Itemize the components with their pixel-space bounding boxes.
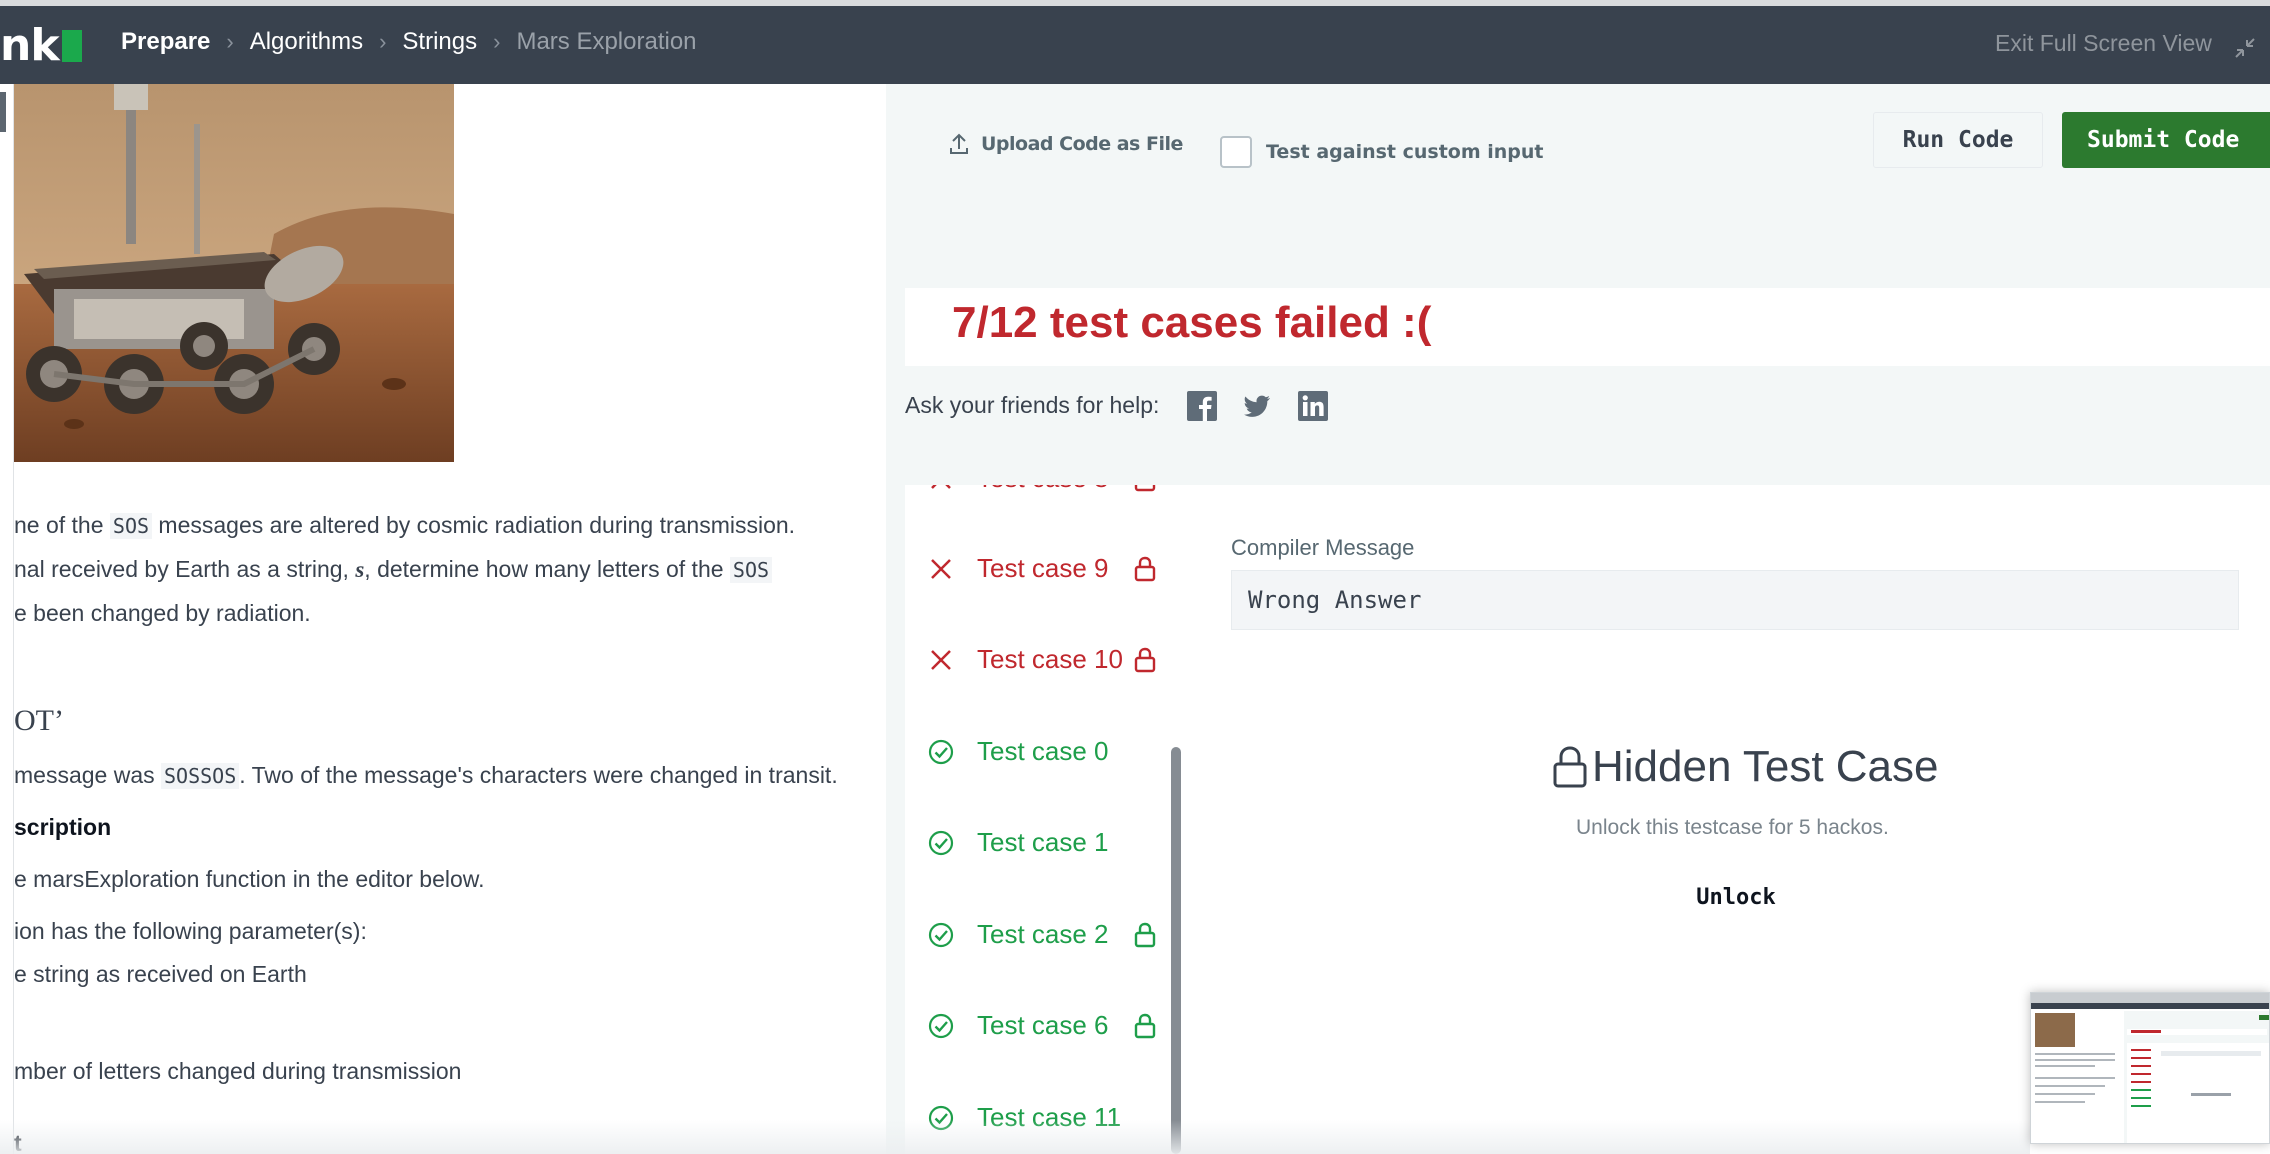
lock-icon (1134, 922, 1156, 948)
upload-code-label: Upload Code as File (981, 133, 1183, 155)
test-case-label: Test case 0 (977, 736, 1109, 766)
hidden-test-case-title: Hidden Test Case (1552, 742, 1939, 792)
breadcrumb-strings[interactable]: Strings (402, 28, 477, 56)
left-edge (0, 84, 14, 1154)
left-edge-mark (0, 92, 6, 132)
problem-line-2-pre: nal received by Earth as a string, (14, 556, 356, 582)
example-post: . Two of the message's characters were c… (239, 762, 838, 788)
submit-code-label: Submit Code (2087, 127, 2240, 153)
custom-input-checkbox[interactable] (1220, 136, 1252, 168)
test-case-item[interactable]: Test case 9 (905, 539, 1188, 599)
test-case-item[interactable]: Test case 0 (905, 722, 1188, 782)
upload-icon (950, 133, 968, 154)
hidden-test-case-text: Hidden Test Case (1592, 742, 1939, 791)
problem-line-2: nal received by Earth as a string, s, de… (14, 556, 773, 583)
parameters-intro: ion has the following parameter(s): (14, 918, 367, 944)
breadcrumb-current: Mars Exploration (516, 28, 697, 55)
sos-code: SOS (109, 513, 153, 539)
chevron-right-icon: › (226, 29, 234, 54)
check-circle-icon (928, 1013, 954, 1039)
test-case-label: Test case 2 (977, 919, 1109, 949)
test-case-item[interactable]: Test case 10 (905, 630, 1188, 690)
problem-line-3: e been changed by radiation. (14, 600, 311, 626)
example-code: SOSSOS (161, 763, 240, 789)
variable-s: s (355, 557, 365, 582)
custom-input-toggle[interactable]: Test against custom input (1220, 136, 1544, 168)
breadcrumb-algorithms[interactable]: Algorithms (250, 28, 363, 56)
test-case-label: Test case 8 (977, 485, 1109, 494)
test-case-label: Test case 1 (977, 827, 1109, 857)
chevron-right-icon: › (493, 29, 501, 54)
check-circle-icon (928, 830, 954, 856)
x-icon (931, 559, 951, 579)
run-code-button[interactable]: Run Code (1873, 112, 2043, 168)
x-icon (931, 485, 951, 489)
facebook-icon[interactable] (1187, 391, 1217, 421)
custom-input-label: Test against custom input (1266, 141, 1544, 163)
x-icon (931, 650, 951, 670)
sos-code: SOS (729, 557, 773, 583)
example-heading: OT’ (14, 704, 64, 737)
lock-icon (1134, 556, 1156, 582)
logo[interactable]: nk (0, 24, 82, 68)
test-case-label: Test case 6 (977, 1010, 1109, 1040)
page: { "header": { "logo_text": "nk", "breadc… (0, 0, 2270, 1154)
upload-code-button[interactable]: Upload Code as File (949, 133, 1183, 155)
unlock-description: Unlock this testcase for 5 hackos. (1576, 816, 1889, 839)
compiler-message-box: Wrong Answer (1231, 570, 2239, 630)
result-title: 7/12 test cases failed :( (952, 298, 1432, 347)
lock-icon (1134, 485, 1156, 492)
example-line: message was SOSSOS. Two of the message's… (14, 762, 838, 789)
test-case-item-partial[interactable]: Test case 8 (905, 485, 1188, 509)
linkedin-icon[interactable] (1298, 391, 1328, 421)
lock-icon (1553, 746, 1587, 788)
breadcrumb: Prepare › Algorithms › Strings › Mars Ex… (121, 28, 697, 56)
screenshot-thumbnail[interactable] (2030, 992, 2270, 1144)
test-case-label: Test case 10 (977, 644, 1123, 674)
logo-block (61, 30, 82, 62)
returns-description: mber of letters changed during transmiss… (14, 1058, 462, 1084)
mars-rover-image (14, 84, 454, 462)
problem-line-1-pre: ne of the (14, 512, 110, 538)
logo-text: nk (0, 20, 60, 71)
problem-line-1: ne of the SOS messages are altered by co… (14, 512, 795, 539)
test-case-item[interactable]: Test case 1 (905, 813, 1188, 873)
parameter-s: e string as received on Earth (14, 961, 307, 987)
problem-line-2-mid: , determine how many letters of the (364, 556, 730, 582)
compiler-message-label: Compiler Message (1231, 535, 1415, 560)
lock-icon (1134, 1013, 1156, 1039)
check-circle-icon (928, 922, 954, 948)
test-case-item[interactable]: Test case 2 (905, 905, 1188, 965)
lock-icon (1134, 647, 1156, 673)
ask-friends-label: Ask your friends for help: (905, 392, 1160, 418)
function-description-heading: scription (14, 814, 112, 840)
problem-line-1-post: messages are altered by cosmic radiation… (152, 512, 796, 538)
submit-code-button[interactable]: Submit Code (2062, 112, 2270, 168)
function-description: e marsExploration function in the editor… (14, 866, 485, 892)
chevron-right-icon: › (379, 29, 387, 54)
test-case-label: Test case 9 (977, 553, 1109, 583)
test-case-scrollbar[interactable] (1171, 747, 1181, 1154)
unlock-button[interactable]: Unlock (1684, 880, 1788, 914)
top-nav-bar: nk Prepare › Algorithms › Strings › Mars… (0, 6, 2270, 84)
exit-full-screen-link[interactable]: Exit Full Screen View (1995, 30, 2212, 57)
check-circle-icon (928, 739, 954, 765)
example-pre: message was (14, 762, 162, 788)
twitter-icon[interactable] (1242, 391, 1272, 421)
breadcrumb-prepare[interactable]: Prepare (121, 28, 210, 56)
test-case-list[interactable]: Test case 8 Test case 9 Test case 10 Tes… (905, 485, 1188, 1154)
problem-pane: ne of the SOS messages are altered by co… (0, 84, 886, 1154)
test-case-item[interactable]: Test case 6 (905, 996, 1188, 1056)
bottom-fade (0, 1120, 2030, 1154)
collapse-icon[interactable] (2233, 36, 2257, 60)
